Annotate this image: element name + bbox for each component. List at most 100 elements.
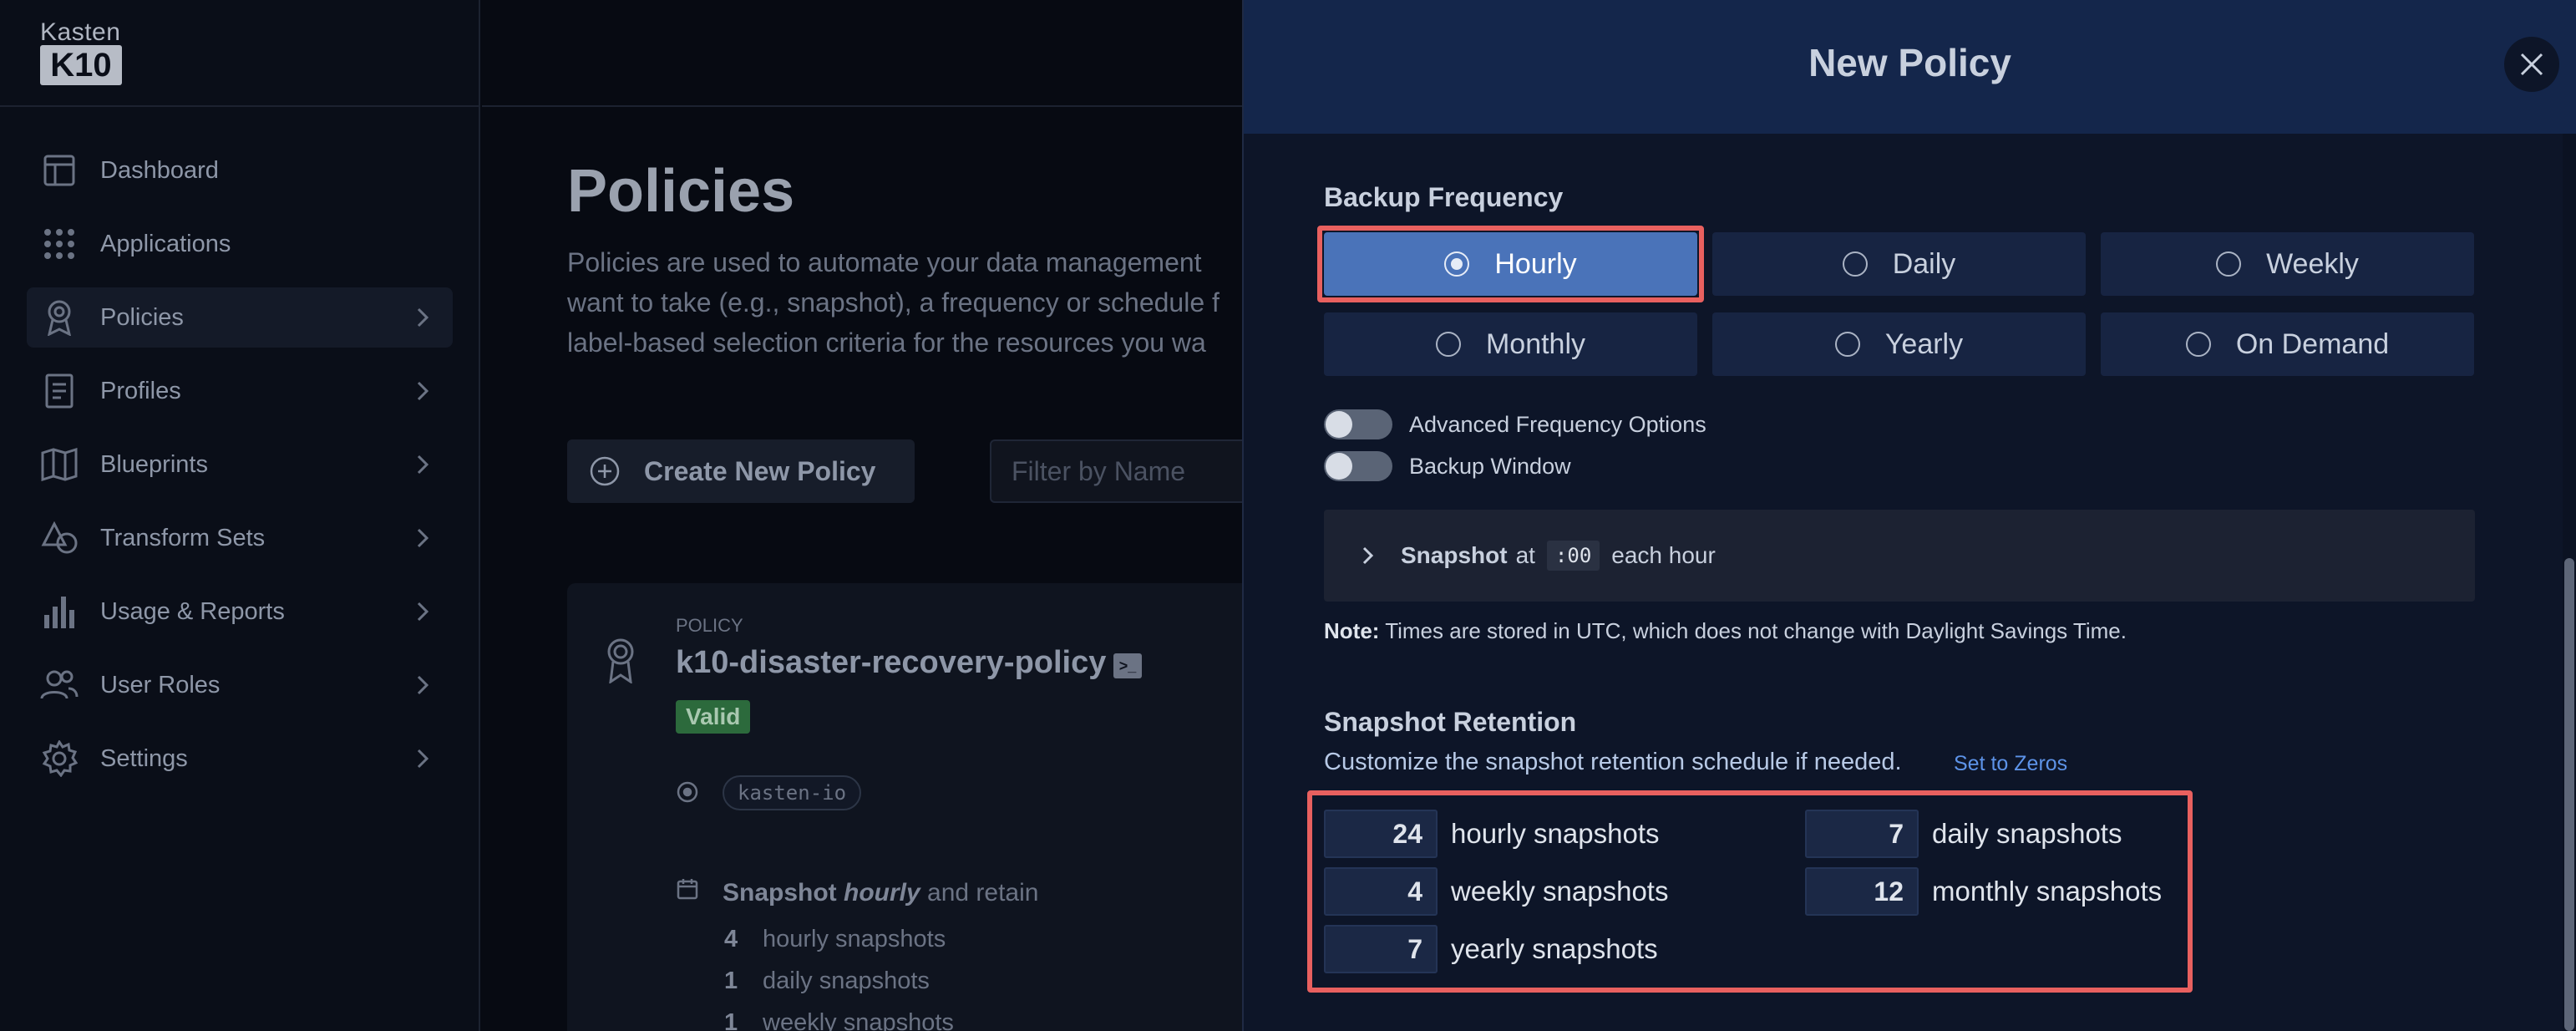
sidebar-item-usage-reports[interactable]: Usage & Reports <box>27 582 453 642</box>
backup-window-label: Backup Window <box>1409 453 1571 479</box>
frequency-label: Monthly <box>1485 328 1586 360</box>
advanced-frequency-label: Advanced Frequency Options <box>1409 411 1706 437</box>
list-item: 1 daily snapshots <box>724 968 930 994</box>
sidebar-item-label: Policies <box>100 303 184 331</box>
policy-name[interactable]: k10-disaster-recovery-policy <box>676 645 1106 681</box>
scrollbar-thumb[interactable] <box>2564 558 2574 1031</box>
policy-overline: POLICY <box>676 615 743 636</box>
daily-retention-input[interactable]: 7 <box>1805 810 1919 858</box>
list-item: 1 weekly snapshots <box>724 1009 954 1031</box>
policy-award-icon <box>607 638 634 683</box>
logo-wordmark: Kasten <box>40 18 121 46</box>
frequency-option-on-demand[interactable]: On Demand <box>2101 312 2474 376</box>
radio-icon <box>2185 332 2211 357</box>
schedule-action: Snapshot <box>723 879 837 907</box>
note-label: Note: <box>1324 618 1380 643</box>
snapshot-retention-title: Snapshot Retention <box>1324 707 1577 737</box>
frequency-option-hourly[interactable]: Hourly <box>1324 232 1697 296</box>
sidebar-item-profiles[interactable]: Profiles <box>27 361 453 421</box>
blueprint-map-icon <box>40 445 79 484</box>
hourly-retention-input[interactable]: 24 <box>1324 810 1438 858</box>
utc-note: Note: Times are stored in UTC, which doe… <box>1324 618 2127 644</box>
chevron-right-icon <box>417 675 429 695</box>
sidebar-item-label: Applications <box>100 230 231 257</box>
close-button[interactable] <box>2504 37 2559 92</box>
gear-icon <box>40 739 79 778</box>
radio-icon <box>2216 251 2242 277</box>
set-to-zeros-link[interactable]: Set to Zeros <box>1954 752 2067 776</box>
sidebar-item-label: Dashboard <box>100 156 219 184</box>
applications-grid-icon <box>40 225 79 263</box>
plus-circle-icon <box>590 456 620 486</box>
frequency-label: Weekly <box>2266 247 2359 280</box>
policy-card[interactable]: POLICY k10-disaster-recovery-policy >_ V… <box>567 583 1269 1031</box>
weekly-retention-label: weekly snapshots <box>1451 876 1669 907</box>
sidebar-nav: Dashboard Applications Policies Profiles <box>27 140 453 802</box>
frequency-option-yearly[interactable]: Yearly <box>1712 312 2086 376</box>
monthly-retention-label: monthly snapshots <box>1932 876 2163 907</box>
sidebar-item-label: Settings <box>100 744 188 772</box>
modal-title: New Policy <box>1808 41 2011 84</box>
sidebar-item-blueprints[interactable]: Blueprints <box>27 434 453 495</box>
logo-k10-mark: K10 <box>40 45 122 85</box>
radio-icon <box>1435 332 1461 357</box>
sidebar-item-label: Blueprints <box>100 450 208 478</box>
retention-description: Customize the snapshot retention schedul… <box>1324 749 1902 775</box>
filter-by-name-input[interactable]: Filter by Name <box>990 439 1257 503</box>
chevron-right-icon <box>417 455 429 475</box>
sidebar-item-label: Transform Sets <box>100 524 266 551</box>
list-item: 4 hourly snapshots <box>724 926 946 952</box>
advanced-frequency-toggle[interactable] <box>1324 409 1392 439</box>
snapshot-suffix: each hour <box>1611 542 1716 568</box>
frequency-option-daily[interactable]: Daily <box>1712 232 2086 296</box>
daily-retention-label: daily snapshots <box>1932 818 2122 849</box>
snapshot-label: Snapshot <box>1401 542 1508 568</box>
chevron-right-icon <box>417 749 429 769</box>
schedule-frequency: hourly <box>844 879 920 907</box>
main-content: Policies Policies are used to automate y… <box>482 0 1269 1031</box>
chevron-right-icon <box>417 307 429 328</box>
logo[interactable]: Kasten K10 <box>0 0 479 107</box>
sidebar-item-label: Profiles <box>100 377 181 404</box>
close-icon <box>2520 53 2543 76</box>
sidebar-item-dashboard[interactable]: Dashboard <box>27 140 453 201</box>
chevron-right-icon <box>1362 546 1374 565</box>
sidebar-item-applications[interactable]: Applications <box>27 214 453 274</box>
sidebar-item-settings[interactable]: Settings <box>27 729 453 789</box>
advanced-frequency-toggle-row: Advanced Frequency Options <box>1324 408 1706 441</box>
sidebar-item-user-roles[interactable]: User Roles <box>27 655 453 715</box>
schedule-suffix: and retain <box>927 879 1039 907</box>
snapshot-schedule-expander[interactable]: Snapshot at :00 each hour <box>1324 510 2475 602</box>
chevron-right-icon <box>417 381 429 401</box>
backup-window-toggle-row: Backup Window <box>1324 449 1571 483</box>
radio-selected-icon <box>1444 251 1470 277</box>
yearly-retention-input[interactable]: 7 <box>1324 925 1438 973</box>
target-icon <box>677 781 698 803</box>
page-title: Policies <box>567 158 795 225</box>
frequency-label: Daily <box>1892 247 1956 280</box>
frequency-label: Hourly <box>1494 247 1577 280</box>
users-icon <box>40 666 79 704</box>
namespace-chip: kasten-io <box>723 775 862 810</box>
monthly-retention-input[interactable]: 12 <box>1805 867 1919 916</box>
weekly-retention-input[interactable]: 4 <box>1324 867 1438 916</box>
yearly-retention-label: yearly snapshots <box>1451 933 1658 964</box>
frequency-option-monthly[interactable]: Monthly <box>1324 312 1697 376</box>
sidebar: Kasten K10 Dashboard Applications Polici… <box>0 0 480 1031</box>
terminal-icon[interactable]: >_ <box>1113 653 1142 678</box>
backup-window-toggle[interactable] <box>1324 451 1392 481</box>
chevron-right-icon <box>417 528 429 548</box>
page-description: Policies are used to automate your data … <box>567 247 1220 358</box>
hourly-retention-label: hourly snapshots <box>1451 818 1660 849</box>
frequency-label: Yearly <box>1884 328 1964 360</box>
sidebar-item-transform-sets[interactable]: Transform Sets <box>27 508 453 568</box>
frequency-label: On Demand <box>2235 328 2390 360</box>
create-new-policy-button[interactable]: Create New Policy <box>567 439 915 503</box>
sidebar-item-policies[interactable]: Policies <box>27 287 453 348</box>
policy-award-icon <box>40 298 79 337</box>
create-new-policy-label: Create New Policy <box>644 455 876 486</box>
bar-chart-icon <box>40 592 79 631</box>
frequency-option-weekly[interactable]: Weekly <box>2101 232 2474 296</box>
profile-document-icon <box>40 372 79 410</box>
policy-schedule: Snapshot hourly and retain <box>723 879 1038 907</box>
